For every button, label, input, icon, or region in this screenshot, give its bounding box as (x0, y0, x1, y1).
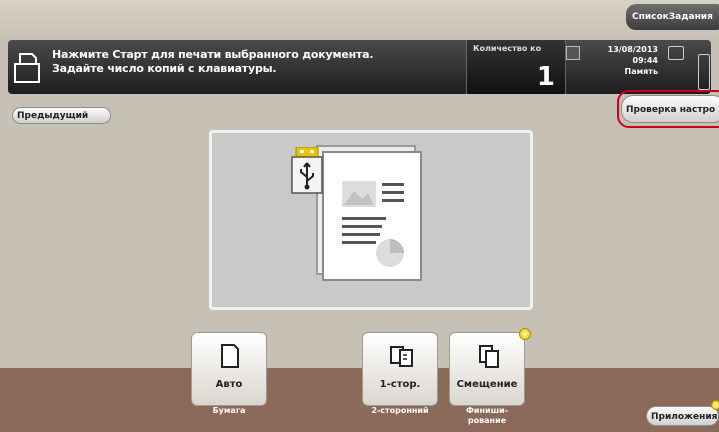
apps-button[interactable]: Приложения (646, 406, 719, 426)
copies-display[interactable]: Количество ко 1 (466, 40, 566, 94)
copies-value: 1 (536, 62, 555, 92)
document-preview-icon (322, 151, 422, 281)
function-bar (0, 368, 719, 432)
printer-doc-icon (14, 53, 40, 83)
paper-button-label: Авто (215, 379, 243, 390)
copy-count-icon (566, 46, 580, 60)
previous-button[interactable]: Предыдущий (12, 107, 111, 124)
date-text: 13/08/2013 (607, 45, 658, 54)
paper-caption: Бумага (212, 406, 246, 415)
paper-icon (221, 344, 239, 368)
document-preview (209, 130, 533, 310)
toner-gauge-icon (698, 54, 710, 90)
datetime-block: 13/08/2013 09:44 Память (606, 44, 658, 77)
memory-label: Память (624, 67, 658, 76)
duplex-button[interactable]: 1-стор. (362, 332, 438, 406)
finishing-caption-line2: рование (467, 416, 507, 425)
status-message-line2: Задайте число копий с клавиатуры. (52, 62, 277, 75)
job-list-button[interactable]: СписокЗадания (626, 4, 719, 30)
duplex-button-label: 1-стор. (379, 379, 421, 390)
finishing-button-label: Смещение (456, 379, 518, 390)
duplex-caption: 2-сторонний (371, 406, 429, 415)
jobs-status-icon (668, 46, 684, 60)
duplex-icon (390, 346, 413, 367)
apps-indicator-icon (711, 400, 719, 410)
top-band (0, 0, 719, 40)
finishing-icon (479, 345, 499, 368)
check-settings-highlight (617, 90, 719, 128)
usb-icon (291, 147, 323, 194)
time-text: 09:44 (632, 56, 658, 65)
finishing-caption: Финиши- рование (449, 406, 525, 426)
finishing-caption-line1: Финиши- (465, 406, 509, 415)
status-bar: Нажмите Старт для печати выбранного доку… (8, 40, 711, 94)
status-message-line1: Нажмите Старт для печати выбранного доку… (52, 48, 374, 61)
paper-button[interactable]: Авто (191, 332, 267, 406)
setting-indicator-icon (519, 328, 531, 340)
finishing-button[interactable]: Смещение (449, 332, 525, 406)
status-message: Нажмите Старт для печати выбранного доку… (52, 48, 374, 76)
copies-label: Количество ко (473, 44, 542, 53)
document-content-icon (342, 181, 404, 267)
